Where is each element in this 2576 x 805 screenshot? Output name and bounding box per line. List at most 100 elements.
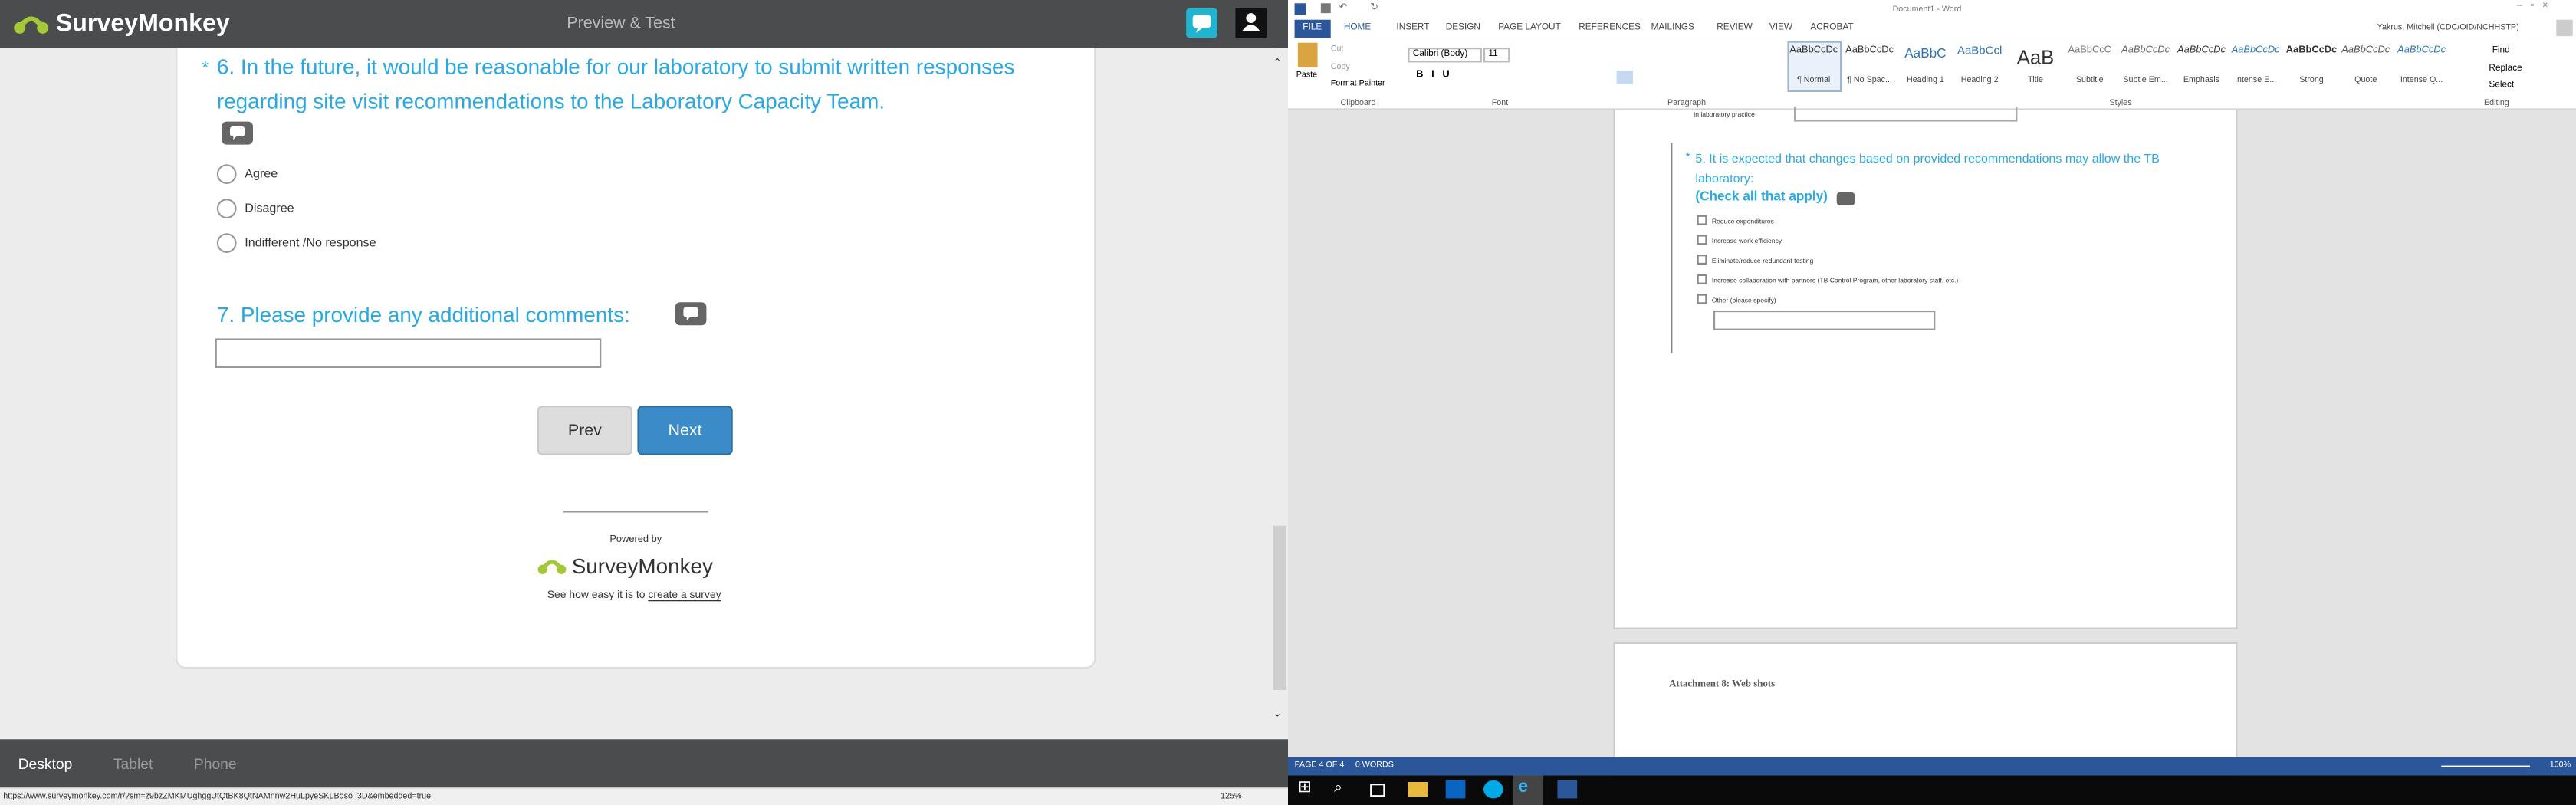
tab-review[interactable]: REVIEW xyxy=(1717,23,1753,33)
style-name-no-spacing: ¶ No Spac... xyxy=(1847,75,1892,86)
document-page-next[interactable]: Attachment 8: Web shots xyxy=(1613,642,2238,776)
window-controls-icon[interactable]: –▫× xyxy=(2517,2,2556,12)
comment-icon-q7[interactable] xyxy=(675,302,707,326)
prev-line-text: in laboratory practice xyxy=(1694,110,1755,119)
radio-disagree[interactable] xyxy=(216,199,237,219)
paste-label[interactable]: Paste xyxy=(1296,71,1317,80)
tab-home[interactable]: HOME xyxy=(1344,23,1371,33)
style-name-subtitle: Subtitle xyxy=(2075,75,2104,86)
checkbox-collaboration[interactable] xyxy=(1697,274,1707,284)
user-icon[interactable] xyxy=(1235,8,1267,38)
replace-button[interactable]: Replace xyxy=(2489,64,2522,74)
sm-logo-icon xyxy=(14,15,49,33)
scrollbar-thumb[interactable] xyxy=(1273,525,1286,690)
find-button[interactable]: Find xyxy=(2492,46,2510,56)
style-name-intense-emphasis: Intense E... xyxy=(2235,75,2277,86)
tab-file[interactable]: FILE xyxy=(1303,23,1322,33)
scroll-up-icon[interactable]: ⌃ xyxy=(1273,58,1282,69)
scroll-down-icon[interactable]: ⌄ xyxy=(1273,708,1282,720)
word-app-icon xyxy=(1294,3,1306,15)
question-7-text: 7. Please provide any additional comment… xyxy=(216,302,630,327)
option-agree-label: Agree xyxy=(245,166,278,181)
surveymonkey-preview: SurveyMonkey Preview & Test * 6. In the … xyxy=(0,0,1288,805)
redo-icon[interactable]: ↻ xyxy=(1370,2,1378,13)
browser-status-bar: https://www.surveymonkey.com/r/?sm=z9bzZ… xyxy=(0,787,1288,805)
next-button[interactable]: Next xyxy=(637,406,733,455)
device-tablet[interactable]: Tablet xyxy=(113,756,153,772)
chat-icon[interactable] xyxy=(1186,8,1217,38)
page-count[interactable]: PAGE 4 OF 4 xyxy=(1295,761,1345,770)
windows-taskbar: ⊞ ⌕ e xyxy=(1288,775,2576,805)
question-6-text: 6. In the future, it would be reasonable… xyxy=(216,54,1015,113)
internet-explorer-icon[interactable]: e xyxy=(1518,777,1538,797)
required-star: * xyxy=(202,59,209,77)
tab-insert[interactable]: INSERT xyxy=(1396,23,1429,33)
prev-button[interactable]: Prev xyxy=(537,406,632,455)
attachment-heading: Attachment 8: Web shots xyxy=(1669,680,1776,690)
see-text: See how easy it is to xyxy=(547,590,646,602)
device-desktop[interactable]: Desktop xyxy=(18,756,73,772)
radio-indifferent[interactable] xyxy=(216,233,237,253)
style-name-heading1: Heading 1 xyxy=(1906,75,1944,86)
tab-page-layout[interactable]: PAGE LAYOUT xyxy=(1498,23,1560,33)
section-marker xyxy=(1671,143,1673,353)
tab-references[interactable]: REFERENCES xyxy=(1579,23,1641,33)
radio-agree[interactable] xyxy=(216,164,237,184)
style-name-quote: Quote xyxy=(2354,75,2377,86)
windows-start-icon[interactable]: ⊞ xyxy=(1298,779,1318,799)
create-survey-link[interactable]: create a survey xyxy=(648,590,721,601)
comments-input[interactable] xyxy=(215,338,602,368)
cb-label-other: Other (please specify) xyxy=(1711,295,1776,304)
tab-acrobat[interactable]: ACROBAT xyxy=(1810,23,1853,33)
zoom-level[interactable]: 125% xyxy=(1221,792,1241,802)
checkbox-redundant-testing[interactable] xyxy=(1697,255,1707,264)
undo-icon[interactable]: ↶ xyxy=(1339,2,1347,13)
font-size-select[interactable]: 11 xyxy=(1483,48,1510,63)
tab-view[interactable]: VIEW xyxy=(1769,23,1792,33)
footer-brand: SurveyMonkey xyxy=(571,554,713,579)
select-button[interactable]: Select xyxy=(2489,80,2514,90)
save-icon[interactable] xyxy=(1320,3,1331,14)
comment-icon[interactable] xyxy=(222,121,253,145)
tab-design[interactable]: DESIGN xyxy=(1446,23,1480,33)
task-view-icon[interactable] xyxy=(1370,784,1385,797)
checkbox-work-efficiency[interactable] xyxy=(1697,235,1707,245)
editing-group-label: Editing xyxy=(2484,98,2509,109)
file-explorer-icon[interactable] xyxy=(1408,781,1428,797)
account-avatar[interactable] xyxy=(2556,19,2573,37)
style-name-intense-quote: Intense Q... xyxy=(2400,75,2443,86)
footer-logo-icon xyxy=(537,559,567,573)
sm-brand: SurveyMonkey xyxy=(55,9,230,38)
divider xyxy=(564,511,708,513)
account-name[interactable]: Yakrus, Mitchell (CDC/OID/NCHHSTP) xyxy=(2377,23,2519,33)
document-page-4[interactable]: in laboratory practice * 5. It is expect… xyxy=(1613,107,2238,629)
word-taskbar-icon[interactable] xyxy=(1557,780,1578,799)
footer-logo[interactable]: SurveyMonkey xyxy=(537,554,713,578)
device-phone[interactable]: Phone xyxy=(194,756,237,772)
q5-sub: (Check all that apply) xyxy=(1695,189,1828,204)
outlook-icon[interactable] xyxy=(1445,780,1466,799)
status-url: https://www.surveymonkey.com/r/?sm=z9bzZ… xyxy=(3,791,432,802)
format-painter-button[interactable]: Format Painter xyxy=(1331,79,1385,89)
other-specify-input[interactable] xyxy=(1714,310,1936,330)
skype-icon[interactable] xyxy=(1483,780,1503,799)
font-name-select[interactable]: Calibri (Body) xyxy=(1408,48,1482,63)
powered-by-text: Powered by xyxy=(610,535,662,546)
format-buttons[interactable]: BIU xyxy=(1416,71,1457,80)
paste-icon[interactable] xyxy=(1297,42,1318,67)
search-icon[interactable]: ⌕ xyxy=(1334,779,1354,799)
window-title: Document1 - Word xyxy=(1892,5,1962,15)
previous-textbox xyxy=(1794,107,2018,122)
align-left-icon[interactable] xyxy=(1616,71,1633,84)
word-count[interactable]: 0 WORDS xyxy=(1355,761,1394,770)
checkbox-reduce-expenditures[interactable] xyxy=(1697,215,1707,225)
font-group-label: Font xyxy=(1491,98,1509,109)
comment-icon-doc xyxy=(1836,192,1855,205)
copy-button[interactable]: Copy xyxy=(1331,62,1350,72)
tab-mailings[interactable]: MAILINGS xyxy=(1651,23,1694,33)
word-zoom[interactable]: 100% xyxy=(2550,761,2571,770)
sm-logo[interactable]: SurveyMonkey xyxy=(13,10,230,38)
cut-button[interactable]: Cut xyxy=(1331,44,1344,54)
checkbox-other[interactable] xyxy=(1697,294,1707,304)
zoom-slider[interactable] xyxy=(2441,765,2530,767)
